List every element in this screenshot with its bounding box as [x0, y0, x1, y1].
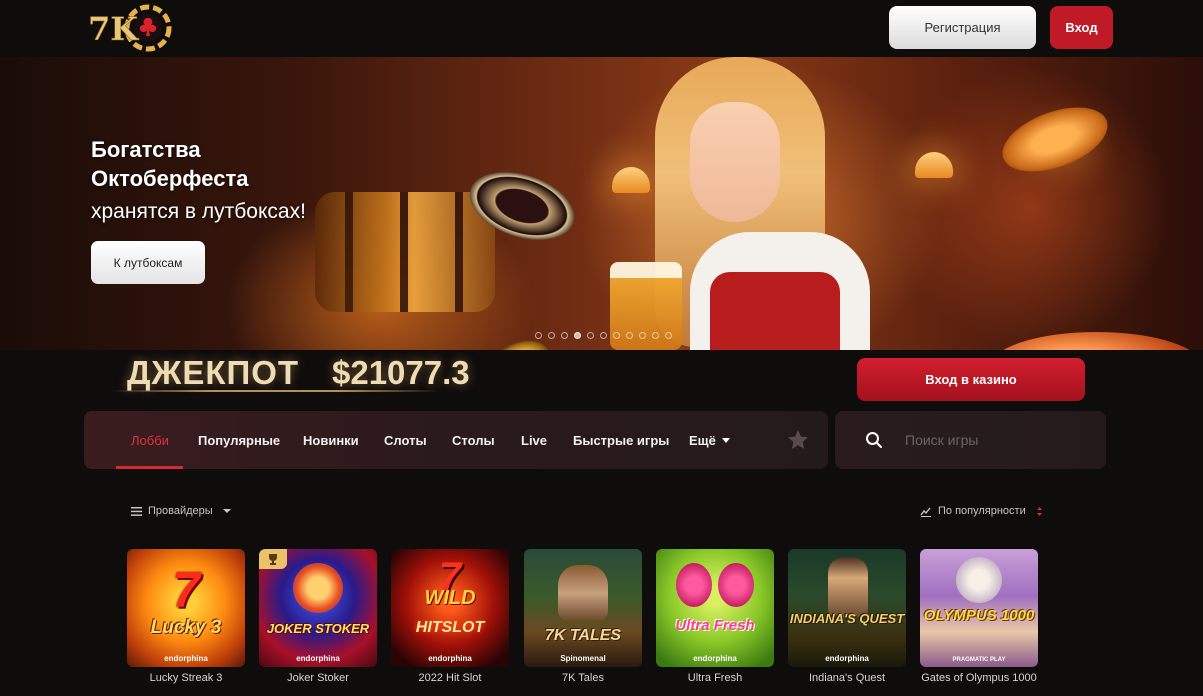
active-tab-indicator — [116, 466, 183, 469]
game-name[interactable]: 2022 Hit Slot — [381, 672, 519, 684]
tab-more[interactable]: Ещё — [689, 411, 730, 469]
provider-label: endorphina — [428, 654, 472, 663]
logo[interactable]: 7K — [86, 4, 174, 52]
carousel-dot[interactable] — [600, 332, 607, 339]
lamp-decoration — [915, 152, 953, 178]
promo-title: Богатства Октоберфеста — [91, 137, 249, 191]
sort-dropdown[interactable]: По популярности — [920, 502, 1043, 520]
carousel-dot[interactable] — [652, 332, 659, 339]
providers-label: Провайдеры — [148, 505, 213, 517]
tab-live[interactable]: Live — [521, 411, 547, 469]
game-name[interactable]: Lucky Streak 3 — [117, 672, 255, 684]
provider-label: endorphina — [825, 654, 869, 663]
provider-label: endorphina — [296, 654, 340, 663]
tab-lobby[interactable]: Лобби — [131, 411, 169, 469]
provider-label: Spinomenal — [560, 654, 606, 663]
sort-label: По популярности — [938, 505, 1026, 517]
search-input[interactable] — [905, 425, 1095, 455]
game-thumbnail[interactable]: INDIANA'S QUEST endorphina — [788, 549, 906, 667]
tab-tables[interactable]: Столы — [452, 411, 495, 469]
jackpot-value: $21077.3 — [332, 354, 470, 391]
caret-down-icon — [222, 509, 231, 513]
game-thumbnail[interactable]: 7K TALES Spinomenal — [524, 549, 642, 667]
promo-banner[interactable]: Богатства Октоберфеста хранятся в лутбок… — [0, 57, 1203, 350]
game-card[interactable]: 7 Lucky 3 endorphina Lucky Streak 3 — [127, 549, 245, 684]
category-nav: Лобби Популярные Новинки Слоты Столы Liv… — [84, 411, 828, 469]
trend-chart-icon — [920, 507, 931, 517]
chevron-down-icon — [721, 437, 730, 443]
carousel-dot[interactable] — [665, 332, 672, 339]
game-thumbnail[interactable]: Ultra Fresh endorphina — [656, 549, 774, 667]
game-name[interactable]: Joker Stoker — [249, 672, 387, 684]
carousel-dot[interactable] — [548, 332, 555, 339]
carousel-dots[interactable] — [535, 332, 672, 339]
banner-character-image — [585, 57, 885, 350]
coin-image — [990, 332, 1203, 350]
game-name[interactable]: Gates of Olympus 1000 — [910, 672, 1048, 684]
sort-arrows-icon — [1036, 506, 1042, 516]
filter-list-icon — [131, 506, 142, 516]
search-bar — [835, 411, 1106, 469]
jackpot: ДЖЕКПОТ $21077.3 — [100, 352, 520, 400]
favorites-star-icon[interactable] — [786, 428, 810, 452]
tab-slots[interactable]: Слоты — [384, 411, 427, 469]
game-art-title: Ultra Fresh — [675, 617, 755, 634]
logo-text: 7K — [88, 10, 139, 48]
jackpot-label: ДЖЕКПОТ — [127, 354, 300, 391]
game-thumbnail[interactable]: OLYMPUS 1000 PRAGMATIC PLAY — [920, 549, 1038, 667]
game-thumbnail[interactable]: 7 Lucky 3 endorphina — [127, 549, 245, 667]
carousel-dot[interactable] — [626, 332, 633, 339]
carousel-dot[interactable] — [574, 332, 581, 339]
game-art-title: Lucky 3 — [150, 617, 222, 638]
game-card[interactable]: INDIANA'S QUEST endorphina Indiana's Que… — [788, 549, 906, 684]
game-card[interactable]: OLYMPUS 1000 PRAGMATIC PLAY Gates of Oly… — [920, 549, 1038, 684]
carousel-dot[interactable] — [613, 332, 620, 339]
tab-popular[interactable]: Популярные — [198, 411, 280, 469]
game-name[interactable]: Indiana's Quest — [778, 672, 916, 684]
game-name[interactable]: Ultra Fresh — [646, 672, 784, 684]
tab-fast-games[interactable]: Быстрые игры — [573, 411, 669, 469]
tab-more-label: Ещё — [689, 432, 716, 448]
game-art-title: 7K TALES — [544, 627, 622, 644]
carousel-dot[interactable] — [561, 332, 568, 339]
provider-label: endorphina — [164, 654, 208, 663]
game-thumbnail[interactable]: JOKER STOKER endorphina — [259, 549, 377, 667]
header: 7K Регистрация Вход — [0, 0, 1203, 56]
provider-label: PRAGMATIC PLAY — [952, 657, 1006, 663]
lootboxes-button[interactable]: К лутбоксам — [91, 241, 205, 284]
login-button[interactable]: Вход — [1050, 6, 1113, 49]
carousel-dot[interactable] — [587, 332, 594, 339]
carousel-dot[interactable] — [639, 332, 646, 339]
carousel-dot[interactable] — [535, 332, 542, 339]
game-art-title: INDIANA'S QUEST — [789, 611, 905, 626]
enter-casino-button[interactable]: Вход в казино — [857, 358, 1085, 401]
game-thumbnail[interactable]: 7 WILD HITSLOT endorphina — [391, 549, 509, 667]
game-card[interactable]: 7K TALES Spinomenal 7K Tales — [524, 549, 642, 684]
game-card[interactable]: Ultra Fresh endorphina Ultra Fresh — [656, 549, 774, 684]
search-icon[interactable] — [865, 431, 883, 449]
providers-filter[interactable]: Провайдеры — [131, 502, 231, 520]
game-art-title: JOKER STOKER — [266, 621, 370, 636]
coin-image — [993, 94, 1117, 185]
game-art-title: HITSLOT — [415, 619, 485, 636]
game-art-title: OLYMPUS 1000 — [923, 607, 1035, 624]
barrel-image — [315, 192, 495, 312]
promo-subtitle: хранятся в лутбоксах! — [91, 200, 306, 223]
provider-label: endorphina — [693, 654, 737, 663]
game-card[interactable]: 7 WILD HITSLOT endorphina 2022 Hit Slot — [391, 549, 509, 684]
register-button[interactable]: Регистрация — [889, 6, 1036, 49]
tab-new[interactable]: Новинки — [303, 411, 359, 469]
game-name[interactable]: 7K Tales — [514, 672, 652, 684]
trophy-icon — [259, 549, 287, 569]
game-card[interactable]: JOKER STOKER endorphina Joker Stoker — [259, 549, 377, 684]
